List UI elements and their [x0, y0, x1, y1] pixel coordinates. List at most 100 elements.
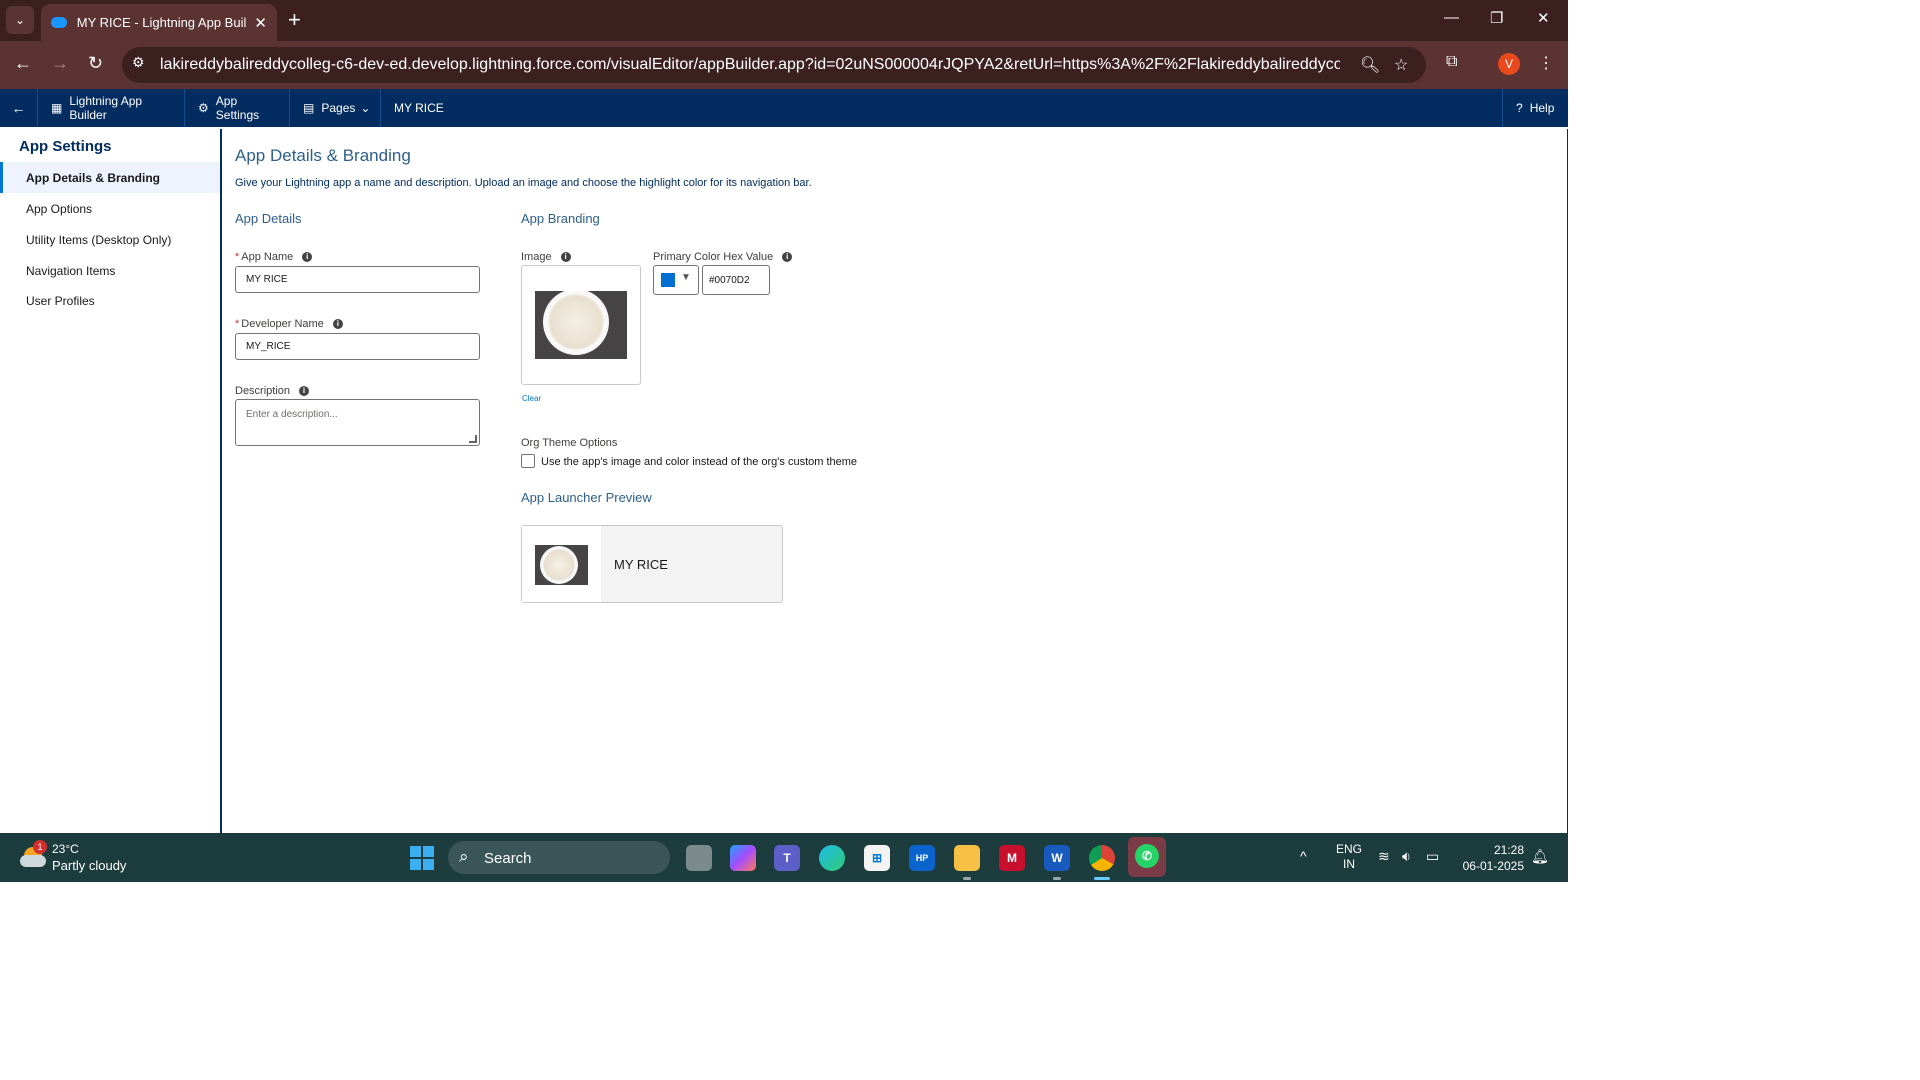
task-view-icon[interactable] — [686, 845, 712, 871]
help-button[interactable]: ? Help — [1502, 89, 1568, 127]
info-icon[interactable]: i — [782, 252, 793, 262]
app-branding-heading: App Branding — [521, 211, 600, 226]
current-app-name: MY RICE — [381, 89, 457, 127]
sidebar-item-app-options[interactable]: App Options — [0, 193, 220, 224]
developer-name-label: * Developer Name i — [235, 318, 343, 330]
close-window-button[interactable]: ✕ — [1537, 9, 1550, 27]
url-text[interactable]: lakireddybalireddycolleg-c6-dev-ed.devel… — [160, 56, 1340, 74]
volume-icon[interactable]: 🔉︎ — [1402, 848, 1411, 865]
notification-bell-icon[interactable]: 🔔︎ — [1531, 848, 1549, 865]
weather-description[interactable]: Partly cloudy — [52, 858, 126, 873]
running-indicator — [963, 877, 971, 880]
description-textarea[interactable]: Enter a description... — [235, 399, 480, 446]
wifi-icon[interactable]: ≋ — [1378, 848, 1390, 865]
description-placeholder: Enter a description... — [246, 409, 338, 420]
sidebar-item-app-details-branding[interactable]: App Details & Branding — [0, 162, 220, 193]
app-launcher-preview-card: MY RICE — [521, 525, 783, 603]
gear-icon: ⚙ — [198, 101, 209, 115]
app-name-input[interactable]: MY RICE — [235, 266, 480, 293]
sidebar-item-user-profiles[interactable]: User Profiles — [0, 285, 220, 316]
description-label-text: Description — [235, 385, 291, 397]
pages-label: Pages — [321, 101, 356, 115]
caret-down-icon: ▼ — [681, 272, 691, 283]
settings-sidebar: App Settings App Details & Branding App … — [0, 129, 220, 833]
mcafee-icon[interactable]: M — [999, 845, 1025, 871]
language-code: ENG — [1336, 842, 1363, 856]
back-button[interactable]: ← — [0, 89, 38, 127]
image-label-text: Image — [521, 251, 552, 263]
developer-name-input[interactable]: MY_RICE — [235, 333, 480, 360]
clock-date: 06-01-2025 — [1462, 859, 1524, 873]
windows-start-icon[interactable] — [410, 846, 434, 870]
browser-tab-strip: ⌄ MY RICE - Lightning App Builder ✕ + — … — [0, 0, 1568, 41]
back-arrow-icon[interactable]: ← — [14, 53, 32, 74]
resize-handle-icon[interactable] — [469, 435, 477, 443]
page-icon: ▤ — [303, 101, 315, 115]
tab-search-button[interactable]: ⌄ — [6, 6, 34, 34]
lightning-app-builder-link[interactable]: ▦ Lightning App Builder — [38, 89, 185, 127]
hex-color-input[interactable]: #0070D2 — [702, 265, 770, 295]
address-bar[interactable]: ⚙ lakireddybalireddycolleg-c6-dev-ed.dev… — [122, 47, 1426, 83]
battery-icon[interactable]: ▭ — [1426, 848, 1439, 865]
image-label: Image i — [521, 251, 571, 263]
word-icon[interactable]: W — [1044, 845, 1070, 871]
teams-icon[interactable]: T — [774, 845, 800, 871]
whatsapp-highlight[interactable]: ✆ — [1128, 837, 1166, 877]
running-indicator — [1053, 877, 1061, 880]
extensions-icon[interactable]: ⧉ — [1446, 53, 1457, 71]
edge-icon[interactable] — [819, 845, 845, 871]
back-arrow-icon: ← — [11, 100, 26, 116]
forward-arrow-icon[interactable]: → — [51, 53, 69, 74]
description-label: Description i — [235, 385, 310, 397]
copilot-icon[interactable] — [730, 845, 756, 871]
pages-dropdown[interactable]: ▤ Pages ⌄ — [290, 89, 381, 127]
browser-tab[interactable]: MY RICE - Lightning App Builder ✕ — [41, 4, 277, 41]
info-icon[interactable]: i — [299, 386, 310, 396]
chrome-icon[interactable] — [1089, 845, 1115, 871]
rice-plate-shape — [543, 291, 609, 355]
page-title: App Details & Branding — [235, 146, 411, 165]
bookmark-star-icon[interactable]: ☆ — [1394, 55, 1408, 75]
app-image-upload[interactable] — [521, 265, 641, 385]
chevron-down-icon: ⌄ — [360, 101, 371, 115]
profile-avatar[interactable]: V — [1498, 53, 1520, 75]
windows-taskbar: 1 23°C Partly cloudy ⌕ Search T ⊞ HP M W… — [0, 833, 1568, 882]
preview-app-name: MY RICE — [614, 557, 668, 572]
required-marker: * — [235, 251, 240, 263]
restore-button[interactable]: ❐ — [1490, 9, 1503, 27]
myhp-icon[interactable]: HP — [909, 845, 935, 871]
weather-temperature[interactable]: 23°C — [52, 842, 79, 856]
info-icon[interactable]: i — [302, 252, 313, 262]
reload-icon[interactable]: ↻ — [88, 53, 103, 74]
info-icon[interactable]: i — [332, 319, 343, 329]
question-icon: ? — [1516, 101, 1523, 115]
browser-toolbar: ← → ↻ ⚙ lakireddybalireddycolleg-c6-dev-… — [0, 41, 1568, 89]
region-code: IN — [1343, 857, 1355, 871]
color-picker-button[interactable]: ▼ — [653, 265, 699, 295]
store-icon[interactable]: ⊞ — [864, 845, 890, 871]
org-theme-checkbox[interactable] — [521, 454, 535, 468]
system-clock[interactable]: 21:28 06-01-2025 — [1460, 842, 1524, 874]
app-name-label-text: App Name — [241, 251, 294, 263]
new-tab-button[interactable]: + — [288, 8, 301, 32]
show-hidden-icons-chevron-icon[interactable]: ^ — [1300, 848, 1307, 864]
tab-close-icon[interactable]: ✕ — [254, 14, 267, 32]
search-label: Search — [484, 850, 532, 867]
clear-image-link[interactable]: Clear — [522, 394, 541, 403]
language-indicator[interactable]: ENG IN — [1336, 842, 1362, 872]
info-icon[interactable]: i — [560, 252, 571, 262]
primary-color-label: Primary Color Hex Value i — [653, 251, 793, 263]
file-explorer-icon[interactable] — [954, 845, 980, 871]
browser-menu-icon[interactable]: ⋮ — [1538, 53, 1554, 73]
notification-badge: 1 — [33, 840, 47, 854]
primary-color-label-text: Primary Color Hex Value — [653, 251, 774, 263]
site-info-icon[interactable]: ⚙ — [132, 54, 145, 71]
clock-time: 21:28 — [1493, 843, 1524, 857]
minimize-button[interactable]: — — [1444, 9, 1459, 26]
sidebar-item-navigation-items[interactable]: Navigation Items — [0, 255, 220, 286]
sidebar-item-utility-items[interactable]: Utility Items (Desktop Only) — [0, 224, 220, 255]
help-label: Help — [1529, 101, 1555, 115]
zoom-icon[interactable]: 🔍︎ — [1360, 55, 1380, 75]
app-settings-tab[interactable]: ⚙ App Settings — [185, 89, 290, 127]
taskbar-search[interactable]: ⌕ Search — [448, 841, 670, 874]
